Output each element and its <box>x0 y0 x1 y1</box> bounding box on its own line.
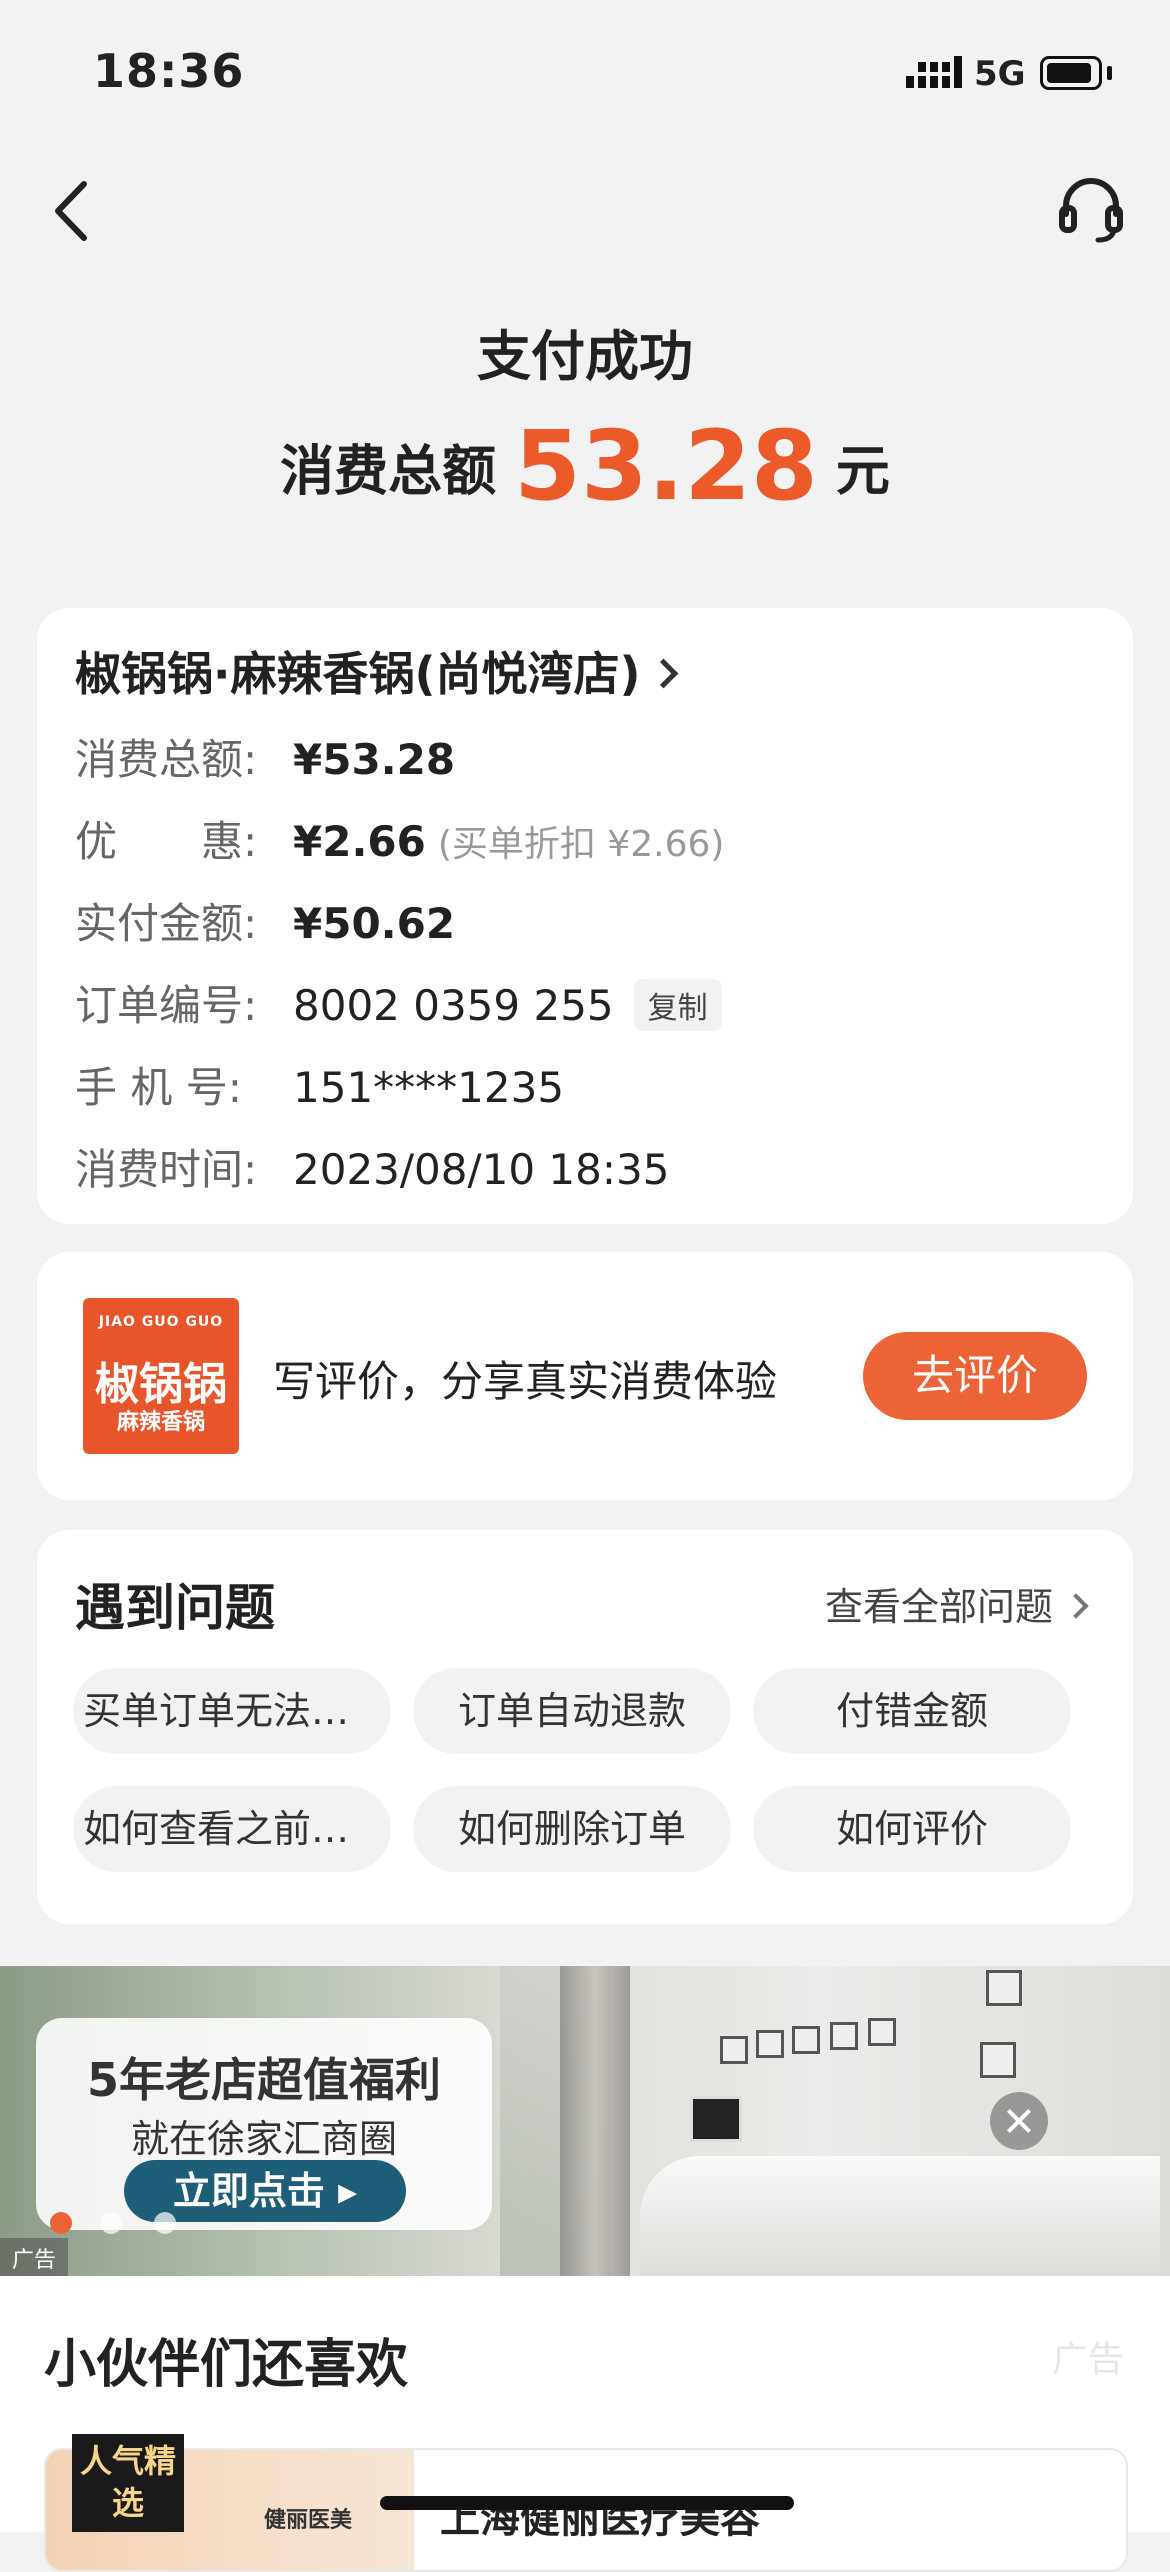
row-value: 151****1235 <box>293 1063 565 1112</box>
chevron-right-icon <box>1063 1592 1089 1619</box>
review-prompt: 写评价，分享真实消费体验 <box>273 1357 778 1406</box>
back-arrow-icon[interactable] <box>48 176 96 246</box>
faq-chip[interactable]: 如何删除订单 <box>413 1786 731 1872</box>
discount-note: (买单折扣 ¥2.66) <box>437 824 725 865</box>
store-logo: JIAO GUO GUO 椒锅锅 麻辣香锅 <box>83 1298 239 1454</box>
order-row-total: 消费总额: ¥53.28 <box>75 726 455 787</box>
hot-pick-badge: 人气精选 <box>72 2434 184 2532</box>
order-row-discount: 优 惠: ¥2.66 (买单折扣 ¥2.66) <box>75 808 724 869</box>
total-value: 53.28 <box>514 410 818 522</box>
faq-chip[interactable]: 订单自动退款 <box>413 1668 731 1754</box>
recommend-item-name: 上海健丽医疗美容 <box>440 2496 760 2542</box>
view-all-questions-link[interactable]: 查看全部问题 <box>824 1576 1089 1631</box>
banner-monitor <box>690 2096 742 2142</box>
chevron-right-icon <box>648 658 678 689</box>
recommend-ad-tag: 广告 <box>1051 2339 1124 2380</box>
logo-top-text: JIAO GUO GUO <box>98 1314 224 1330</box>
faq-chip[interactable]: 付错金额 <box>753 1668 1071 1754</box>
row-label: 订单编号: <box>75 981 258 1030</box>
wall-frame <box>792 2026 820 2054</box>
store-name-link[interactable]: 椒锅锅·麻辣香锅(尚悦湾店) <box>75 638 678 704</box>
row-label: 消费时间: <box>75 1145 258 1194</box>
row-label: 消费总额: <box>75 735 258 784</box>
order-row-phone: 手 机 号: 151****1235 <box>75 1054 564 1115</box>
close-icon[interactable] <box>990 2092 1048 2150</box>
wall-frame <box>980 2042 1016 2078</box>
carousel-dot-active[interactable] <box>50 2212 72 2234</box>
row-label: 手 机 号: <box>75 1063 242 1112</box>
view-all-label: 查看全部问题 <box>824 1585 1053 1629</box>
banner-desk <box>640 2156 1160 2276</box>
review-card: JIAO GUO GUO 椒锅锅 麻辣香锅 写评价，分享真实消费体验 去评价 <box>37 1252 1133 1500</box>
ad-banner[interactable]: 5年老店超值福利 就在徐家汇商圈 立即点击 ▸ 广告 <box>0 1966 1170 2276</box>
row-value: ¥53.28 <box>293 735 456 784</box>
faq-card: 遇到问题 查看全部问题 买单订单无法删除 订单自动退款 付错金额 如何查看之前的… <box>37 1530 1133 1924</box>
status-time: 18:36 <box>93 44 245 98</box>
ad-tag: 广告 <box>0 2238 69 2276</box>
wall-frame <box>720 2036 748 2064</box>
ad-headline: 5年老店超值福利 <box>86 2053 441 2107</box>
row-label: 优 惠: <box>75 817 258 866</box>
page-title: 支付成功 <box>477 325 693 388</box>
carousel-dot[interactable] <box>100 2212 122 2234</box>
wall-frame <box>830 2022 858 2050</box>
row-label: 实付金额: <box>75 899 258 948</box>
order-detail-card: 椒锅锅·麻辣香锅(尚悦湾店) 消费总额: ¥53.28 优 惠: ¥2.66 (买单折… <box>37 608 1133 1224</box>
home-indicator <box>380 2496 794 2510</box>
store-name: 椒锅锅·麻辣香锅(尚悦湾店) <box>75 647 641 701</box>
faq-chip[interactable]: 买单订单无法删除 <box>73 1668 391 1754</box>
logo-main-text: 椒锅锅 <box>95 1359 227 1410</box>
recommend-brand: 健丽医美 <box>264 2508 353 2533</box>
order-row-number: 订单编号: 8002 0359 255 复制 <box>75 972 722 1035</box>
faq-chip[interactable]: 如何查看之前的... <box>73 1786 391 1872</box>
order-row-paid: 实付金额: ¥50.62 <box>75 890 455 951</box>
recommend-title: 小伙伴们还喜欢 <box>44 2335 409 2395</box>
total-amount-row: 消费总额 53.28 元 <box>0 410 1170 522</box>
banner-curtain <box>560 1966 630 2276</box>
faq-title: 遇到问题 <box>75 1579 275 1637</box>
row-value: ¥50.62 <box>293 899 456 948</box>
battery-icon <box>1040 56 1102 90</box>
wall-frame <box>986 1970 1022 2006</box>
logo-sub-text: 麻辣香锅 <box>116 1410 205 1435</box>
row-value: 2023/08/10 18:35 <box>293 1145 670 1194</box>
faq-chip[interactable]: 如何评价 <box>753 1786 1071 1872</box>
write-review-button[interactable]: 去评价 <box>863 1332 1087 1420</box>
total-label: 消费总额 <box>280 439 497 503</box>
row-value: 8002 0359 255 <box>293 981 614 1030</box>
signal-icon <box>906 56 962 88</box>
row-value: ¥2.66 <box>293 817 426 866</box>
battery-cap <box>1107 66 1112 80</box>
headset-icon[interactable] <box>1058 174 1124 244</box>
total-unit: 元 <box>835 439 890 503</box>
ad-subline: 就在徐家汇商圈 <box>130 2117 397 2161</box>
network-type: 5G <box>974 54 1026 94</box>
wall-frame <box>868 2018 896 2046</box>
copy-button[interactable]: 复制 <box>633 978 722 1031</box>
carousel-dot[interactable] <box>154 2212 176 2234</box>
ad-text-box: 5年老店超值福利 就在徐家汇商圈 立即点击 ▸ <box>36 2018 492 2230</box>
wall-frame <box>756 2030 784 2058</box>
order-row-time: 消费时间: 2023/08/10 18:35 <box>75 1136 669 1197</box>
